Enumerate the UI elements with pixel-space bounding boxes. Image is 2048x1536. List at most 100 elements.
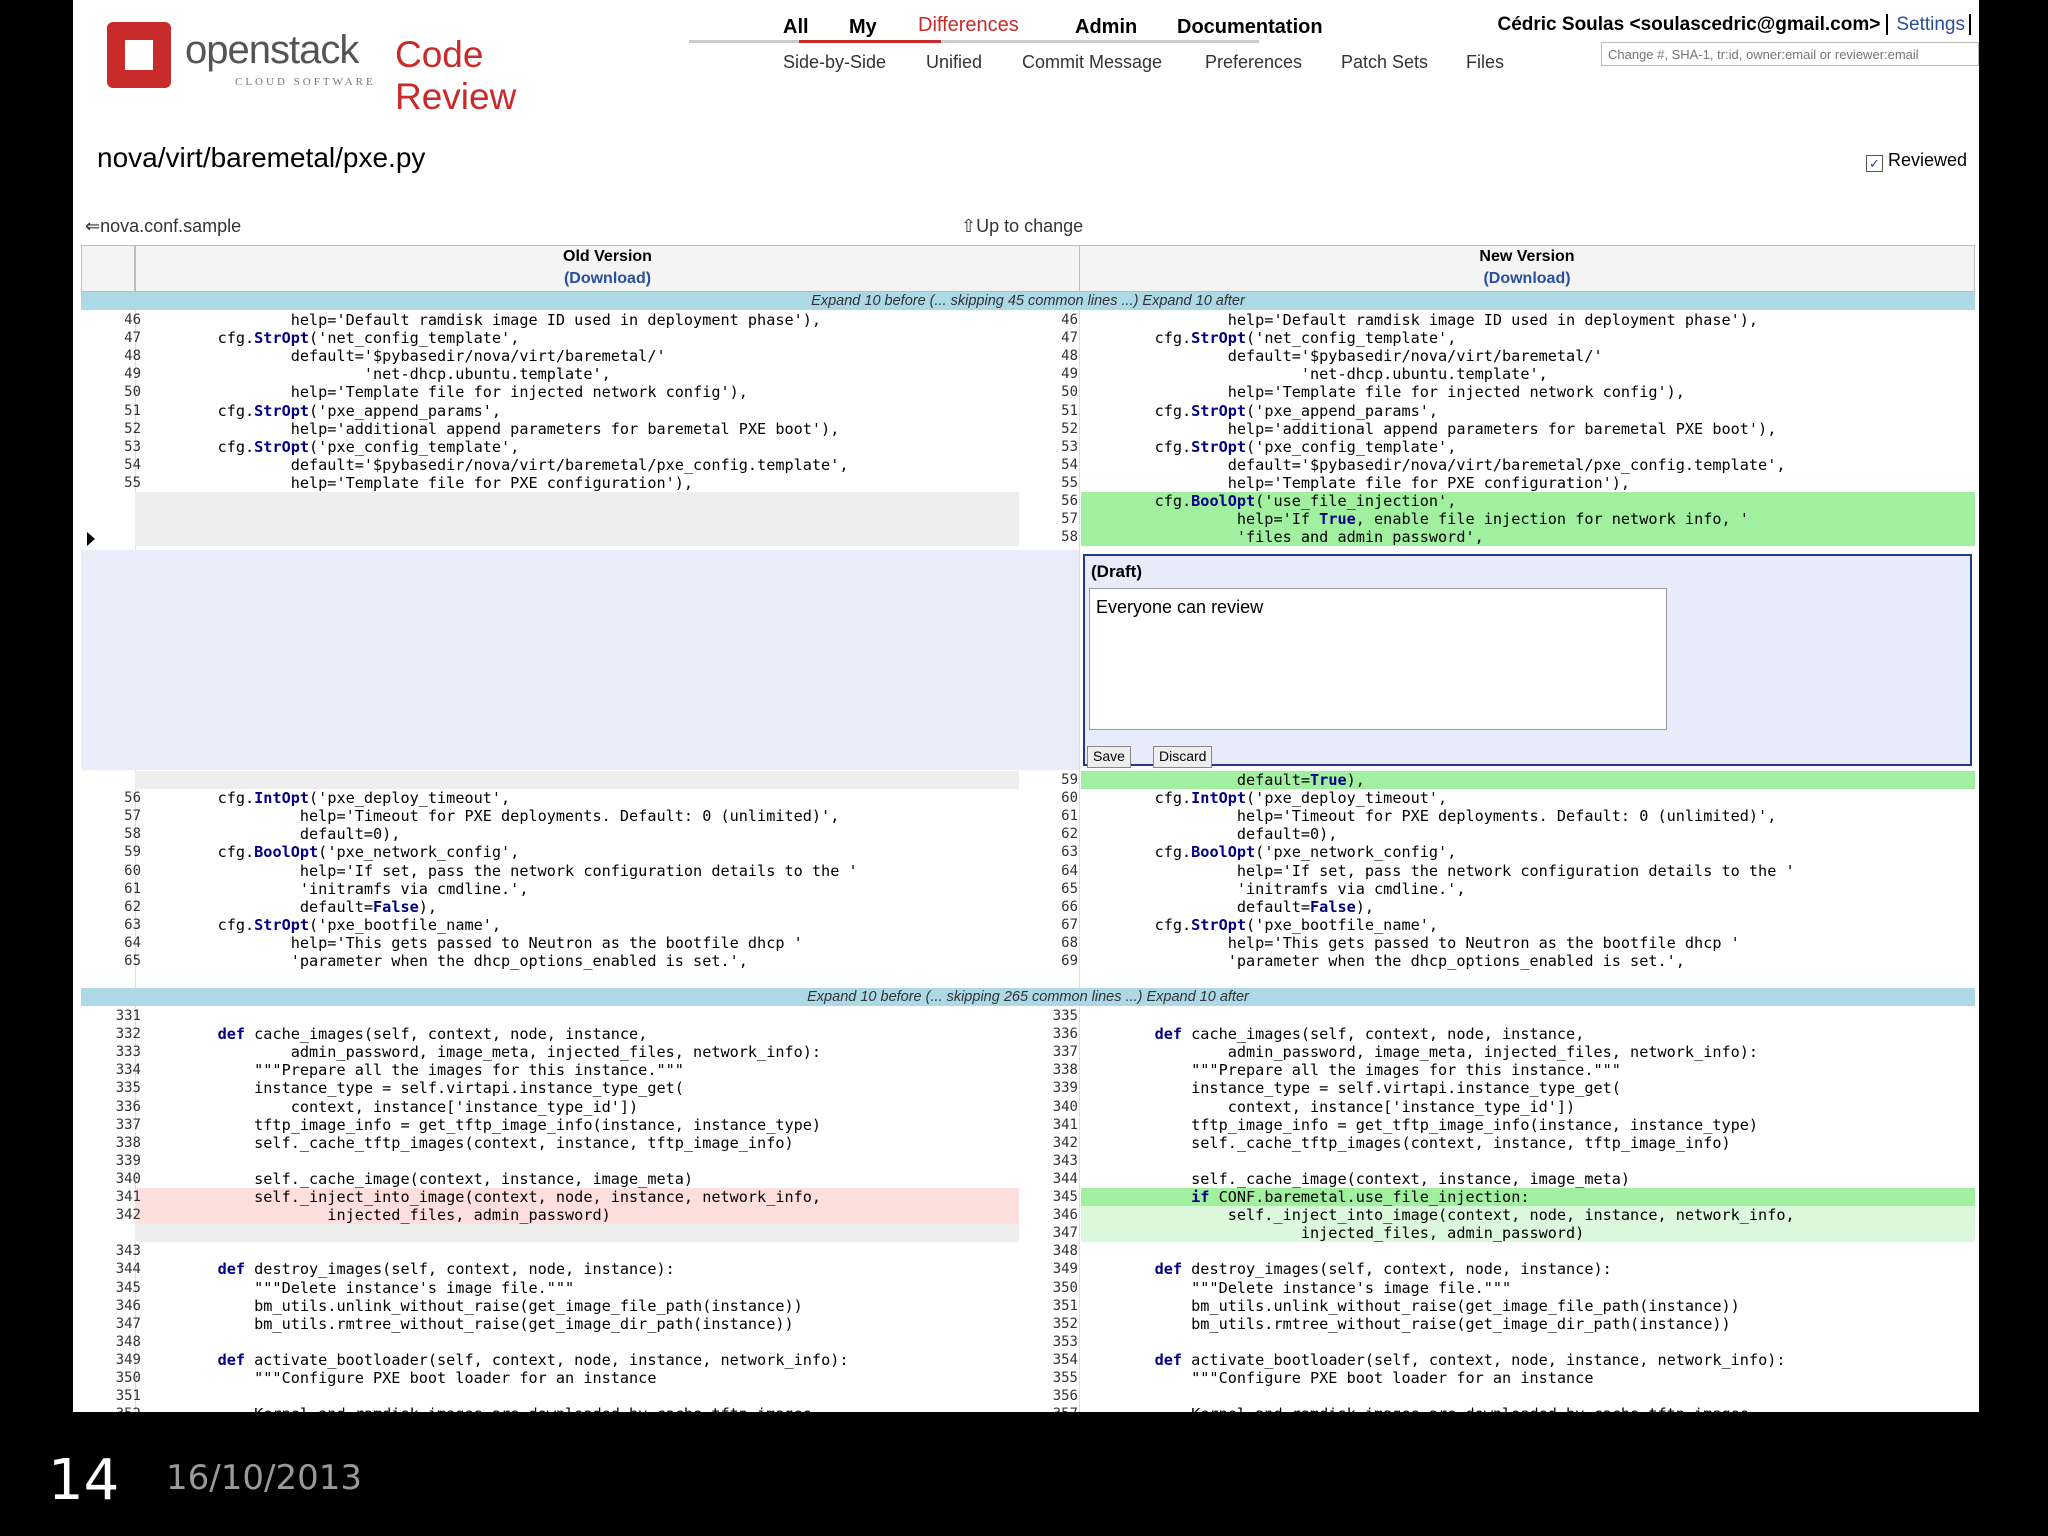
diff-row[interactable]: 347 bm_utils.rmtree_without_raise(get_im…: [81, 1315, 1975, 1333]
old-line-number[interactable]: 347: [81, 1315, 141, 1333]
diff-row[interactable]: 63 cfg.StrOpt('pxe_bootfile_name', 67 cfg…: [81, 916, 1975, 934]
reviewed-checkbox[interactable]: ✓ Reviewed: [1865, 150, 1967, 172]
old-line-number[interactable]: 339: [81, 1152, 141, 1170]
new-line-number[interactable]: 337: [1018, 1043, 1078, 1061]
new-line-number[interactable]: 345: [1018, 1188, 1078, 1206]
old-line-number[interactable]: 346: [81, 1297, 141, 1315]
skip-lines-bar-2[interactable]: Expand 10 before (... skipping 265 commo…: [81, 988, 1975, 1006]
new-line-number[interactable]: 62: [1018, 825, 1078, 843]
new-line-number[interactable]: 54: [1018, 456, 1078, 474]
old-line-number[interactable]: 350: [81, 1369, 141, 1387]
old-line-number[interactable]: 351: [81, 1387, 141, 1405]
old-line-number[interactable]: 338: [81, 1134, 141, 1152]
diff-row[interactable]: 58 default=0), 62 default=0),: [81, 825, 1975, 843]
menu-admin[interactable]: Admin: [1075, 16, 1137, 39]
new-line-number[interactable]: 347: [1018, 1224, 1078, 1242]
diff-row[interactable]: 59 cfg.BoolOpt('pxe_network_config', 63 c…: [81, 843, 1975, 861]
new-line-number[interactable]: 341: [1018, 1116, 1078, 1134]
new-line-number[interactable]: 344: [1018, 1170, 1078, 1188]
diff-row[interactable]: 57 help='Timeout for PXE deployments. De…: [81, 807, 1975, 825]
new-line-number[interactable]: 349: [1018, 1260, 1078, 1278]
old-line-number[interactable]: 46: [81, 311, 141, 329]
diff-row[interactable]: 348 353: [81, 1333, 1975, 1351]
old-line-number[interactable]: 352: [81, 1405, 141, 1412]
diff-row[interactable]: 62 default=False), 66 default=False),: [81, 898, 1975, 916]
old-line-number[interactable]: 47: [81, 329, 141, 347]
submenu-side-by-side[interactable]: Side-by-Side: [783, 52, 886, 73]
old-line-number[interactable]: 343: [81, 1242, 141, 1260]
diff-row[interactable]: 342 injected_files, admin_password) 346 s…: [81, 1206, 1975, 1225]
diff-row[interactable]: 334 """Prepare all the images for this i…: [81, 1061, 1975, 1079]
old-line-number[interactable]: 49: [81, 365, 141, 383]
new-line-number[interactable]: 68: [1018, 934, 1078, 952]
old-line-number[interactable]: 331: [81, 1007, 141, 1025]
new-line-number[interactable]: 61: [1018, 807, 1078, 825]
diff-row[interactable]: 344 def destroy_images(self, context, no…: [81, 1260, 1975, 1278]
new-line-number[interactable]: 353: [1018, 1333, 1078, 1351]
old-line-number[interactable]: 65: [81, 952, 141, 970]
new-line-number[interactable]: 356: [1018, 1387, 1078, 1405]
diff-row[interactable]: 335 instance_type = self.virtapi.instanc…: [81, 1079, 1975, 1097]
new-line-number[interactable]: 65: [1018, 880, 1078, 898]
old-line-number[interactable]: 333: [81, 1043, 141, 1061]
diff-row[interactable]: 349 def activate_bootloader(self, contex…: [81, 1351, 1975, 1369]
old-line-number[interactable]: 52: [81, 420, 141, 438]
diff-row[interactable]: 333 admin_password, image_meta, injected…: [81, 1043, 1975, 1061]
diff-row[interactable]: 49 'net-dhcp.ubuntu.template', 49 'net-dh…: [81, 365, 1975, 383]
new-line-number[interactable]: 64: [1018, 862, 1078, 880]
new-line-number[interactable]: 67: [1018, 916, 1078, 934]
old-download-link[interactable]: (Download): [136, 268, 1079, 290]
diff-row[interactable]: 56 cfg.BoolOpt('use_file_injection',: [81, 492, 1975, 511]
diff-row[interactable]: 350 """Configure PXE boot loader for an …: [81, 1369, 1975, 1387]
new-line-number[interactable]: 69: [1018, 952, 1078, 970]
old-line-number[interactable]: 55: [81, 474, 141, 492]
comment-textarea[interactable]: Everyone can review: [1089, 588, 1667, 730]
new-line-number[interactable]: 50: [1018, 383, 1078, 401]
diff-row[interactable]: 347 injected_files, admin_password): [81, 1224, 1975, 1243]
diff-row[interactable]: 336 context, instance['instance_type_id'…: [81, 1098, 1975, 1116]
new-line-number[interactable]: 56: [1018, 492, 1078, 510]
submenu-patch-sets[interactable]: Patch Sets: [1341, 52, 1428, 73]
menu-documentation[interactable]: Documentation: [1177, 16, 1323, 39]
diff-row[interactable]: 331 335: [81, 1007, 1975, 1025]
new-line-number[interactable]: 335: [1018, 1007, 1078, 1025]
old-line-number[interactable]: 62: [81, 898, 141, 916]
diff-row[interactable]: 338 self._cache_tftp_images(context, ins…: [81, 1134, 1975, 1152]
menu-all[interactable]: All: [783, 16, 809, 39]
diff-row[interactable]: 61 'initramfs via cmdline.', 65 'initramf…: [81, 880, 1975, 898]
diff-row[interactable]: 58 'files and admin password',: [81, 528, 1975, 547]
new-line-number[interactable]: 338: [1018, 1061, 1078, 1079]
new-line-number[interactable]: 46: [1018, 311, 1078, 329]
new-line-number[interactable]: 59: [1018, 771, 1078, 789]
old-line-number[interactable]: 58: [81, 825, 141, 843]
diff-row[interactable]: 60 help='If set, pass the network config…: [81, 862, 1975, 880]
old-line-number[interactable]: 341: [81, 1188, 141, 1206]
diff-row[interactable]: 46 help='Default ramdisk image ID used i…: [81, 311, 1975, 329]
old-line-number[interactable]: 54: [81, 456, 141, 474]
diff-row[interactable]: 65 'parameter when the dhcp_options_enab…: [81, 952, 1975, 970]
menu-differences[interactable]: Differences: [918, 14, 1019, 37]
old-line-number[interactable]: 340: [81, 1170, 141, 1188]
old-line-number[interactable]: 53: [81, 438, 141, 456]
diff-row[interactable]: 54 default='$pybasedir/nova/virt/baremet…: [81, 456, 1975, 474]
diff-row[interactable]: 351 356: [81, 1387, 1975, 1405]
new-download-link[interactable]: (Download): [1080, 268, 1974, 290]
previous-file-link[interactable]: ⇐nova.conf.sample: [85, 216, 241, 237]
old-line-number[interactable]: 337: [81, 1116, 141, 1134]
save-button[interactable]: Save: [1087, 746, 1131, 768]
old-line-number[interactable]: 334: [81, 1061, 141, 1079]
up-to-change-link[interactable]: ⇧Up to change: [961, 216, 1083, 237]
diff-row[interactable]: 47 cfg.StrOpt('net_config_template', 47 c…: [81, 329, 1975, 347]
old-line-number[interactable]: 56: [81, 789, 141, 807]
old-line-number[interactable]: 342: [81, 1206, 141, 1224]
diff-row[interactable]: 53 cfg.StrOpt('pxe_config_template', 53 c…: [81, 438, 1975, 456]
new-line-number[interactable]: 354: [1018, 1351, 1078, 1369]
menu-my[interactable]: My: [849, 16, 877, 39]
new-line-number[interactable]: 58: [1018, 528, 1078, 546]
old-line-number[interactable]: 64: [81, 934, 141, 952]
old-line-number[interactable]: 332: [81, 1025, 141, 1043]
new-line-number[interactable]: 351: [1018, 1297, 1078, 1315]
new-line-number[interactable]: 57: [1018, 510, 1078, 528]
new-line-number[interactable]: 350: [1018, 1279, 1078, 1297]
new-line-number[interactable]: 355: [1018, 1369, 1078, 1387]
